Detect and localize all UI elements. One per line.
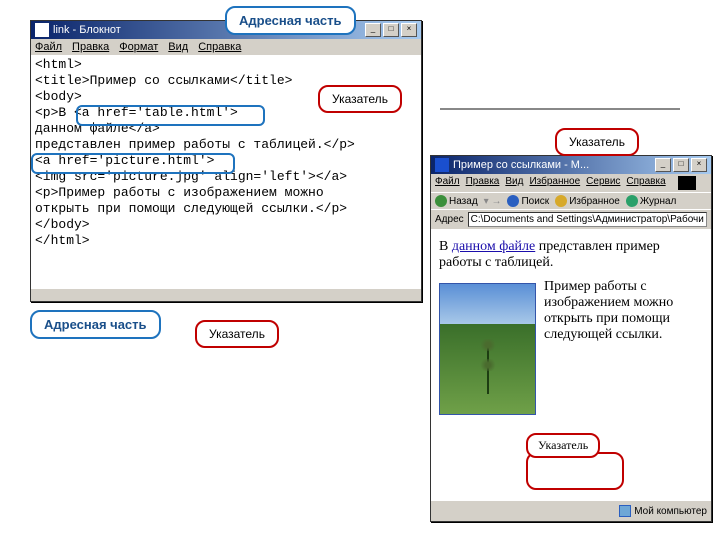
code-line-6: <a href='picture.html'> (35, 153, 214, 168)
address-label: Адрес (435, 214, 464, 225)
code-line-1: <title>Пример со ссылками</title> (35, 73, 292, 88)
bmenu-service[interactable]: Сервис (586, 176, 620, 190)
address-bar: Адрес (431, 209, 711, 229)
code-line-3: <p>В <a href='table.html'> (35, 105, 238, 120)
back-icon (435, 195, 447, 207)
close-button[interactable]: × (691, 158, 707, 172)
search-button[interactable]: Поиск (507, 195, 549, 207)
callout-pointer-4: Указатель (526, 433, 600, 458)
journal-label: Журнал (640, 196, 677, 207)
address-input[interactable] (468, 212, 707, 227)
ie-logo (678, 176, 696, 190)
code-line-10: </body> (35, 217, 90, 232)
notepad-title: link - Блокнот (53, 24, 121, 36)
close-button[interactable]: × (401, 23, 417, 37)
code-line-8: <p>Пример работы с изображением можно (35, 185, 324, 200)
browser-title: Пример со ссылками - M... (453, 159, 589, 171)
link-table[interactable]: данном файле (452, 239, 535, 254)
body-p2: Пример работы с изображением можно откры… (544, 279, 673, 342)
callout-address-1: Адресная часть (225, 6, 356, 35)
maximize-button[interactable]: □ (383, 23, 399, 37)
code-line-0: <html> (35, 57, 82, 72)
callout-pointer-3-label: Указатель (569, 135, 625, 149)
code-line-2: <body> (35, 89, 82, 104)
status-bar: Мой компьютер (431, 500, 711, 521)
notepad-icon (35, 23, 49, 37)
journal-icon (626, 195, 638, 207)
menu-view[interactable]: Вид (168, 41, 188, 53)
callout-address-2: Адресная часть (30, 310, 161, 339)
bmenu-file[interactable]: Файл (435, 176, 460, 190)
code-line-9: открыть при помощи следующей ссылки.</p> (35, 201, 347, 216)
menu-format[interactable]: Формат (119, 41, 158, 53)
bmenu-help[interactable]: Справка (626, 176, 665, 190)
menu-help[interactable]: Справка (198, 41, 241, 53)
picture-image (439, 283, 536, 415)
browser-menubar: Файл Правка Вид Избранное Сервис Справка (431, 174, 711, 192)
journal-button[interactable]: Журнал (626, 195, 677, 207)
search-icon (507, 195, 519, 207)
bmenu-edit[interactable]: Правка (466, 176, 500, 190)
browser-window: Пример со ссылками - M... _ □ × Файл Пра… (430, 155, 712, 522)
browser-content: В данном файле представлен пример работы… (431, 229, 711, 500)
minimize-button[interactable]: _ (365, 23, 381, 37)
bmenu-view[interactable]: Вид (505, 176, 523, 190)
code-line-11: </html> (35, 233, 90, 248)
fav-label: Избранное (569, 196, 620, 207)
browser-toolbar: Назад ▾ → Поиск Избранное Журнал (431, 192, 711, 209)
menu-edit[interactable]: Правка (72, 41, 109, 53)
favorites-button[interactable]: Избранное (555, 195, 620, 207)
ie-icon (435, 158, 449, 172)
callout-address-1-label: Адресная часть (239, 13, 342, 28)
callout-address-2-label: Адресная часть (44, 317, 147, 332)
notepad-menubar: Файл Правка Формат Вид Справка (31, 39, 421, 55)
slide-divider (440, 108, 680, 110)
callout-pointer-1: Указатель (318, 85, 402, 113)
code-line-4: данном файле</a> (35, 121, 160, 136)
callout-pointer-1-label: Указатель (332, 92, 388, 106)
notepad-window: link - Блокнот _ □ × Файл Правка Формат … (30, 20, 422, 302)
bmenu-fav[interactable]: Избранное (529, 176, 580, 190)
search-label: Поиск (521, 196, 549, 207)
browser-titlebar: Пример со ссылками - M... _ □ × (431, 156, 711, 174)
body-prefix: В (439, 239, 452, 254)
callout-pointer-4-label: Указатель (538, 438, 588, 452)
callout-pointer-3: Указатель (555, 128, 639, 156)
callout-pointer-2: Указатель (195, 320, 279, 348)
status-text: Мой компьютер (634, 506, 707, 517)
menu-file[interactable]: Файл (35, 41, 62, 53)
back-button[interactable]: Назад (435, 195, 478, 207)
code-line-7: <img src='picture.jpg' align='left'></a> (35, 169, 347, 184)
maximize-button[interactable]: □ (673, 158, 689, 172)
window-buttons: _ □ × (365, 23, 417, 37)
computer-icon (619, 505, 631, 517)
minimize-button[interactable]: _ (655, 158, 671, 172)
back-label: Назад (449, 196, 478, 207)
fav-icon (555, 195, 567, 207)
code-line-5: представлен пример работы с таблицей.</p… (35, 137, 355, 152)
window-buttons: _ □ × (655, 158, 707, 172)
callout-pointer-2-label: Указатель (209, 327, 265, 341)
